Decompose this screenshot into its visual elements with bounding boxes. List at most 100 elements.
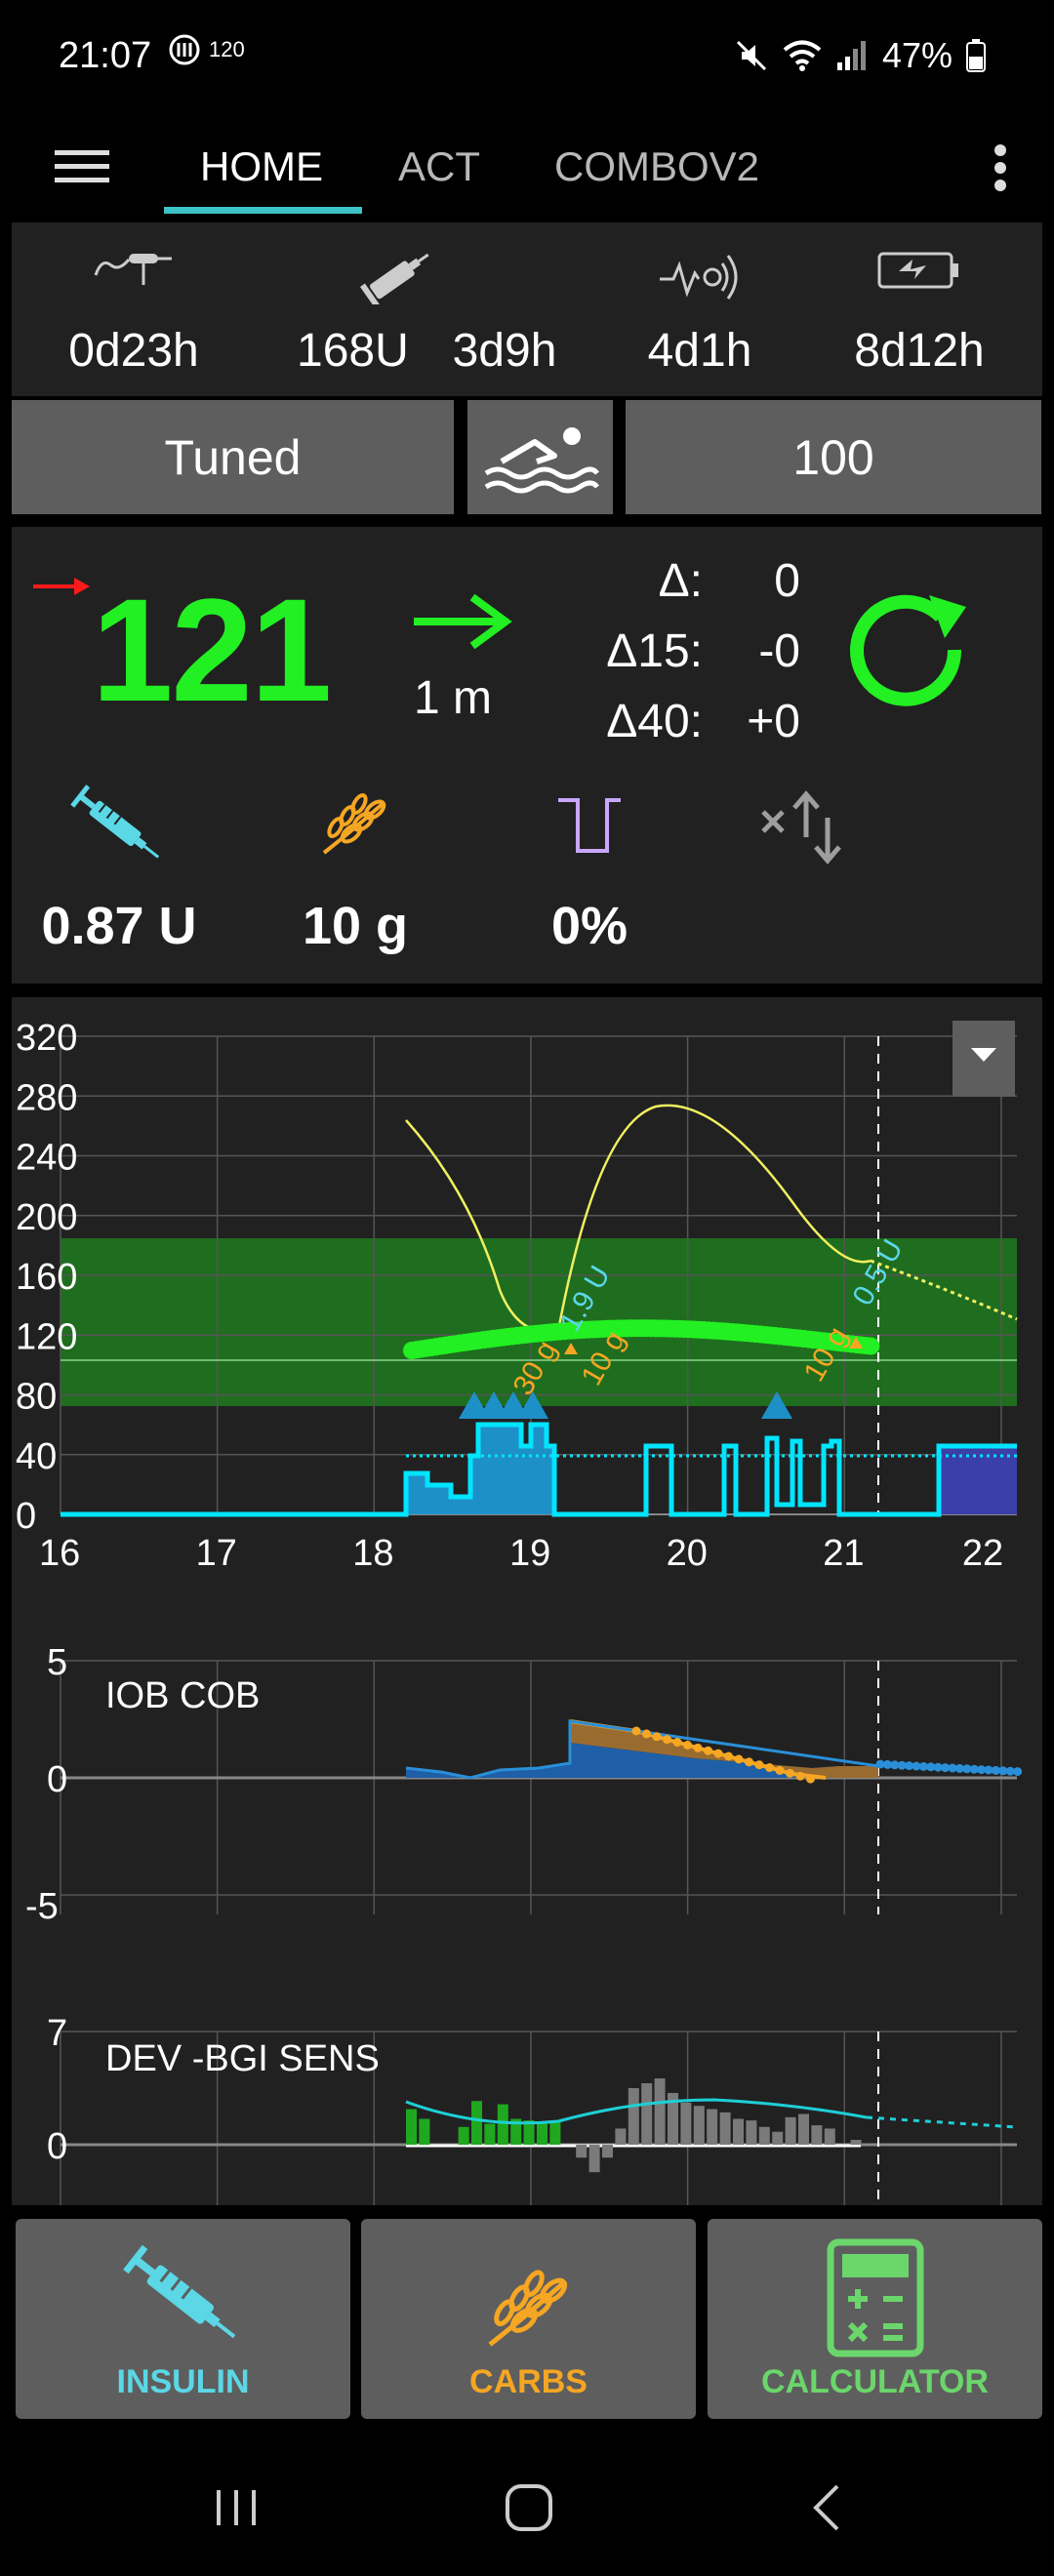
y-tick-label: 120 [16, 1316, 77, 1357]
syringe-icon [359, 253, 429, 304]
y-tick-label: 5 [47, 1642, 67, 1683]
deviation-bar [824, 2128, 835, 2145]
x-tick-label: 20 [667, 1533, 708, 1574]
graph-panel: 1.9 U 30 g 10 g 10 g 0.5 U 320 280 240 200 1… [12, 997, 1042, 2205]
deviation-bar [798, 2113, 809, 2145]
bg-value: 121 [92, 568, 332, 732]
cob-value: 10 g [302, 897, 409, 955]
cob-point [745, 1757, 753, 1767]
device-status-panel: 0d23h 168U 3d9h 4d1h 8d12h [12, 222, 1042, 396]
cob-point [795, 1771, 805, 1781]
signal-icon [836, 41, 866, 70]
y-tick-label: 0 [16, 1496, 36, 1537]
deviation-bar [707, 2109, 718, 2145]
temp-target-activity-button[interactable] [467, 400, 613, 514]
deviation-bar [850, 2140, 862, 2145]
y-tick-label: 320 [16, 1018, 77, 1059]
deviation-bar [458, 2126, 469, 2145]
cob-point [631, 1726, 641, 1736]
tab-combov2[interactable]: COMBOV2 [554, 133, 759, 201]
system-status-bar: 21:07 120 47% [0, 0, 1054, 117]
syringe-icon [122, 2244, 235, 2339]
battery-icon [966, 39, 986, 72]
cob-indicator[interactable]: 10 g [267, 783, 443, 956]
y-tick-label: 0 [47, 2126, 67, 2167]
deviation-bar [588, 2145, 600, 2173]
mute-icon [736, 40, 766, 71]
y-tick-label: 7 [47, 2013, 67, 2054]
data-transfer-icon [761, 790, 841, 865]
y-tick-label: 40 [16, 1436, 57, 1477]
carbs-button-label: CARBS [469, 2363, 588, 2400]
temp-basal-value: 0% [550, 897, 628, 955]
cob-point [765, 1763, 774, 1773]
calculator-button[interactable]: CALCULATOR [708, 2219, 1042, 2419]
temp-basal-indicator[interactable]: 0% [502, 783, 677, 956]
syringe-icon [70, 785, 160, 859]
wheat-icon [322, 792, 386, 855]
delta40-value: +0 [747, 696, 800, 747]
swimmer-icon [484, 426, 599, 493]
x-tick-label: 21 [823, 1533, 864, 1574]
deviation-bar [785, 2116, 796, 2145]
cannula-status[interactable]: 0d23h [21, 222, 246, 396]
loop-status-icon[interactable] [839, 587, 976, 714]
insulin-age: 3d9h [452, 325, 557, 377]
reservoir-level: 168U [297, 325, 409, 377]
deviation-bar [484, 2123, 496, 2145]
x-tick-label: 17 [196, 1533, 237, 1574]
tab-act[interactable]: ACT [398, 133, 480, 201]
deviation-bar [419, 2118, 430, 2145]
trend-flat-arrow-icon [414, 593, 512, 650]
y-tick-label: 0 [47, 1759, 67, 1800]
recent-apps-icon[interactable] [197, 2469, 275, 2547]
carbs-button[interactable]: CARBS [361, 2219, 696, 2419]
delta-value: 0 [774, 555, 800, 607]
pump-battery-status[interactable]: 8d12h [812, 222, 1027, 396]
delta15-value: -0 [758, 625, 800, 677]
calculator-icon [827, 2238, 923, 2357]
cob-point [704, 1746, 712, 1755]
home-icon[interactable] [490, 2469, 568, 2547]
battery-age: 8d12h [854, 325, 985, 377]
cob-point [693, 1743, 703, 1752]
y-tick-label: 280 [16, 1077, 77, 1118]
sensor-status[interactable]: 4d1h [597, 222, 802, 396]
status-right-cluster: 47% [734, 35, 986, 76]
deviation-bar [680, 2102, 692, 2145]
graphs-svg[interactable]: 1.9 U 30 g 10 g 10 g 0.5 U 3202802402001… [12, 997, 1042, 2205]
y-tick-label: -5 [25, 1886, 59, 1927]
iob-indicator[interactable]: 0.87 U [31, 783, 207, 956]
cannula-age: 0d23h [68, 325, 199, 377]
cob-point [754, 1760, 764, 1770]
insulin-age-status[interactable]: 3d9h [431, 222, 578, 396]
cob-point [663, 1735, 671, 1745]
extended-bolus-indicator[interactable] [719, 783, 895, 870]
dev-bgi-sens-title: DEV -BGI SENS [105, 2038, 380, 2079]
x-tick-label: 16 [39, 1533, 80, 1574]
battery-percent: 47% [881, 35, 953, 75]
delta-block: Δ: 0 Δ15: -0 Δ40: +0 [588, 546, 800, 757]
menu-icon[interactable] [51, 135, 113, 197]
status-time: 21:07 [59, 35, 152, 76]
target-button[interactable]: 100 [626, 400, 1041, 514]
x-tick-label: 22 [962, 1533, 1003, 1574]
refresh-rate-icon [169, 34, 200, 65]
wifi-icon [783, 40, 822, 71]
deviation-bar [641, 2083, 653, 2145]
deviation-bar [576, 2145, 588, 2158]
sensor-icon [660, 255, 738, 300]
iob-prediction-point [1013, 1767, 1023, 1777]
deviation-bar [549, 2121, 561, 2145]
profile-button[interactable]: Tuned [12, 400, 454, 514]
deviation-bar [537, 2121, 547, 2145]
overflow-menu-icon[interactable] [966, 129, 1034, 207]
back-icon[interactable] [789, 2469, 867, 2547]
y-tick-label: 160 [16, 1257, 77, 1298]
tab-home[interactable]: HOME [200, 133, 323, 201]
red-arrow-icon [33, 578, 90, 595]
deviation-bar [758, 2126, 770, 2145]
reservoir-status[interactable]: 168U [256, 222, 451, 396]
cob-point [734, 1754, 744, 1764]
insulin-button[interactable]: INSULIN [16, 2219, 350, 2419]
